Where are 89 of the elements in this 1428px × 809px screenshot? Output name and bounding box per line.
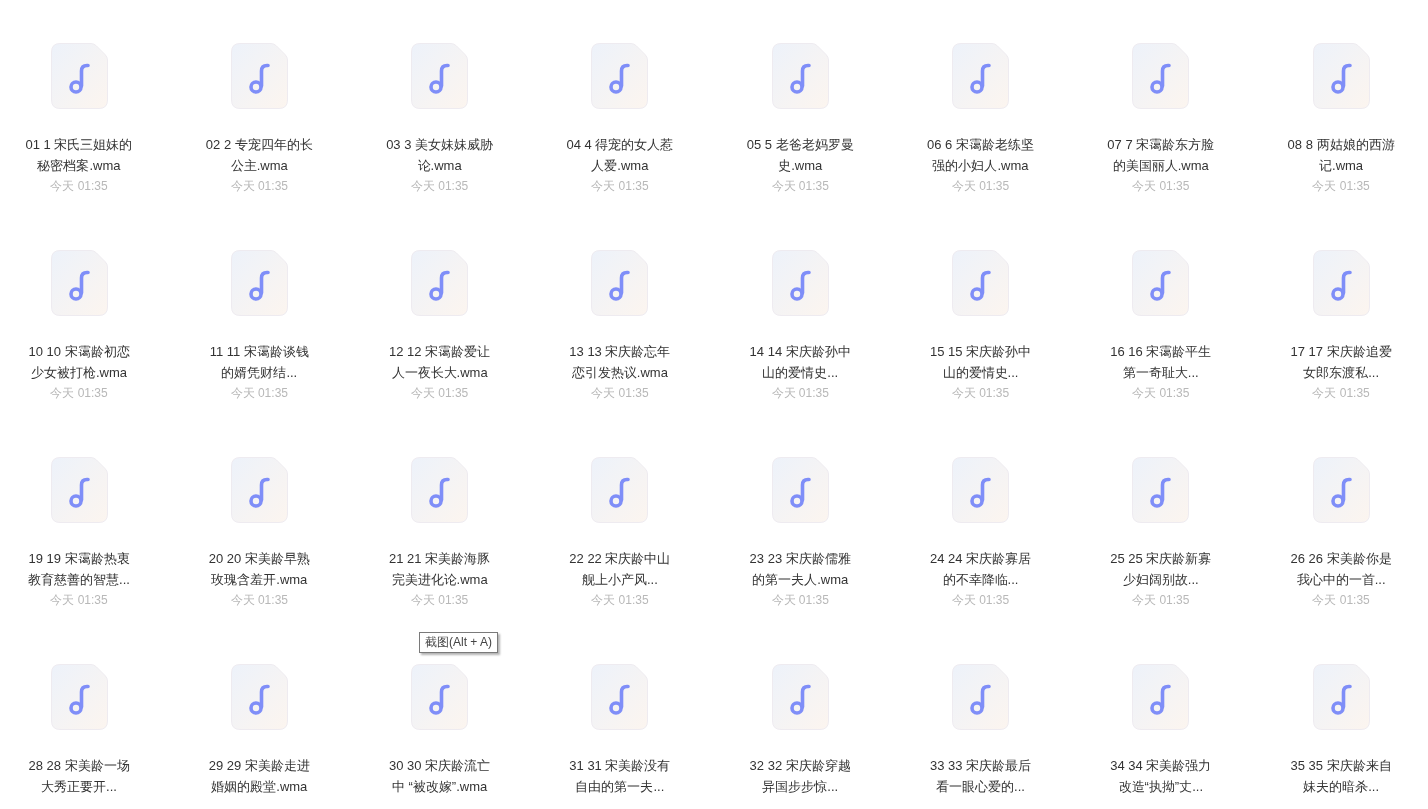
file-name: 08 8 两姑娘的西游 记.wma — [1287, 136, 1395, 175]
file-name: 10 10 宋霭龄初恋 少女被打枪.wma — [28, 343, 130, 382]
music-file-icon[interactable] — [771, 43, 829, 109]
music-file-icon[interactable] — [1312, 664, 1370, 730]
music-file-icon[interactable] — [1312, 250, 1370, 316]
file-name: 24 24 宋庆龄寡居 的不幸降临... — [929, 550, 1032, 589]
file-name: 11 11 宋霭龄谈钱 的婿凭财结... — [209, 343, 309, 382]
file-date: 今天 01:35 — [771, 178, 829, 195]
file-date: 今天 01:35 — [1312, 385, 1370, 402]
file-date: 今天 01:35 — [50, 385, 108, 402]
file-date: 今天 01:35 — [951, 178, 1010, 195]
file-name: 25 25 宋庆龄新寡 少妇阔别故... — [1110, 550, 1212, 589]
music-file-icon[interactable] — [591, 457, 649, 523]
music-file-icon[interactable] — [1132, 43, 1190, 109]
file-date: 今天 01:35 — [771, 592, 829, 609]
file-name: 30 30 宋庆龄流亡 中 “被改嫁”.wma — [389, 757, 491, 796]
music-file-icon[interactable] — [952, 250, 1009, 316]
music-file-icon[interactable] — [50, 43, 108, 109]
file-date: 今天 01:35 — [410, 592, 469, 609]
music-file-icon[interactable] — [411, 250, 469, 316]
music-file-icon[interactable] — [952, 664, 1009, 730]
file-date: 今天 01:35 — [230, 385, 288, 402]
music-file-icon[interactable] — [591, 250, 649, 316]
music-file-icon[interactable] — [50, 250, 108, 316]
file-date: 今天 01:35 — [591, 385, 649, 402]
music-file-icon[interactable] — [230, 250, 288, 316]
file-name: 13 13 宋庆龄忘年 恋引发热议.wma — [569, 343, 671, 382]
file-name: 17 17 宋庆龄追爱 女郎东渡私... — [1290, 343, 1392, 382]
file-name: 02 2 专宠四年的长 公主.wma — [205, 136, 313, 175]
tooltip: 截图(Alt + A) — [419, 632, 498, 653]
file-name: 32 32 宋庆龄穿越 异国步步惊... — [749, 757, 851, 796]
file-name: 07 7 宋霭龄东方脸 的美国丽人.wma — [1107, 136, 1215, 175]
file-name: 20 20 宋美龄早熟 玫瑰含羞开.wma — [208, 550, 310, 589]
music-file-icon[interactable] — [1132, 250, 1190, 316]
file-name: 16 16 宋霭龄平生 第一奇耻大... — [1110, 343, 1212, 382]
file-name: 14 14 宋庆龄孙中 山的爱情史... — [749, 343, 851, 382]
music-file-icon[interactable] — [771, 250, 829, 316]
music-file-icon[interactable] — [591, 43, 649, 109]
file-date: 今天 01:35 — [230, 592, 288, 609]
file-date: 今天 01:35 — [50, 178, 108, 195]
music-file-icon[interactable] — [230, 43, 288, 109]
music-file-icon[interactable] — [1132, 664, 1190, 730]
music-file-icon[interactable] — [1312, 457, 1370, 523]
file-name: 12 12 宋霭龄爱让 人一夜长大.wma — [389, 343, 491, 382]
file-name: 04 4 得宠的女人惹 人爱.wma — [566, 136, 674, 175]
file-date: 今天 01:35 — [50, 592, 108, 609]
file-name: 33 33 宋庆龄最后 看一眼心爱的... — [929, 757, 1032, 796]
music-file-icon[interactable] — [952, 43, 1009, 109]
file-date: 今天 01:35 — [1132, 592, 1190, 609]
file-name: 03 3 美女妹妹威胁 论.wma — [386, 136, 494, 175]
file-name: 28 28 宋美龄一场 大秀正要开... — [28, 757, 130, 796]
music-file-icon[interactable] — [50, 457, 108, 523]
file-name: 26 26 宋美龄你是 我心中的一首... — [1290, 550, 1392, 589]
file-date: 今天 01:35 — [771, 385, 829, 402]
file-name: 23 23 宋庆龄儒雅 的第一夫人.wma — [749, 550, 851, 589]
file-name: 05 5 老爸老妈罗曼 史.wma — [746, 136, 854, 175]
file-name: 19 19 宋霭龄热衷 教育慈善的智慧... — [28, 550, 130, 589]
file-date: 今天 01:35 — [410, 178, 469, 195]
file-date: 今天 01:35 — [230, 178, 288, 195]
file-date: 今天 01:35 — [951, 385, 1010, 402]
file-date: 今天 01:35 — [1132, 178, 1190, 195]
music-file-icon[interactable] — [50, 664, 108, 730]
file-name: 15 15 宋庆龄孙中 山的爱情史... — [929, 343, 1032, 382]
music-file-icon[interactable] — [771, 457, 829, 523]
file-name: 06 6 宋霭龄老练坚 强的小妇人.wma — [927, 136, 1034, 175]
file-date: 今天 01:35 — [591, 178, 649, 195]
music-file-icon[interactable] — [411, 457, 469, 523]
file-name: 35 35 宋庆龄来自 妹夫的暗杀... — [1290, 757, 1392, 796]
music-file-icon[interactable] — [771, 664, 829, 730]
file-date: 今天 01:35 — [410, 385, 469, 402]
file-date: 今天 01:35 — [591, 592, 649, 609]
file-name: 31 31 宋美龄没有 自由的第一夫... — [569, 757, 671, 796]
file-name: 22 22 宋庆龄中山 舰上小产风... — [569, 550, 671, 589]
file-date: 今天 01:35 — [951, 592, 1010, 609]
music-file-icon[interactable] — [1132, 457, 1190, 523]
music-file-icon[interactable] — [411, 664, 469, 730]
file-name: 34 34 宋美龄强力 改造“执拗”丈... — [1110, 757, 1212, 796]
file-date: 今天 01:35 — [1312, 178, 1370, 195]
file-date: 今天 01:35 — [1312, 592, 1370, 609]
music-file-icon[interactable] — [230, 664, 288, 730]
music-file-icon[interactable] — [411, 43, 469, 109]
music-file-icon[interactable] — [952, 457, 1009, 523]
music-file-icon[interactable] — [591, 664, 649, 730]
music-file-icon[interactable] — [1312, 43, 1370, 109]
file-name: 01 1 宋氏三姐妹的 秘密档案.wma — [25, 136, 133, 175]
file-date: 今天 01:35 — [1132, 385, 1190, 402]
file-name: 29 29 宋美龄走进 婚姻的殿堂.wma — [208, 757, 310, 796]
file-name: 21 21 宋美龄海豚 完美进化论.wma — [389, 550, 491, 589]
music-file-icon[interactable] — [230, 457, 288, 523]
